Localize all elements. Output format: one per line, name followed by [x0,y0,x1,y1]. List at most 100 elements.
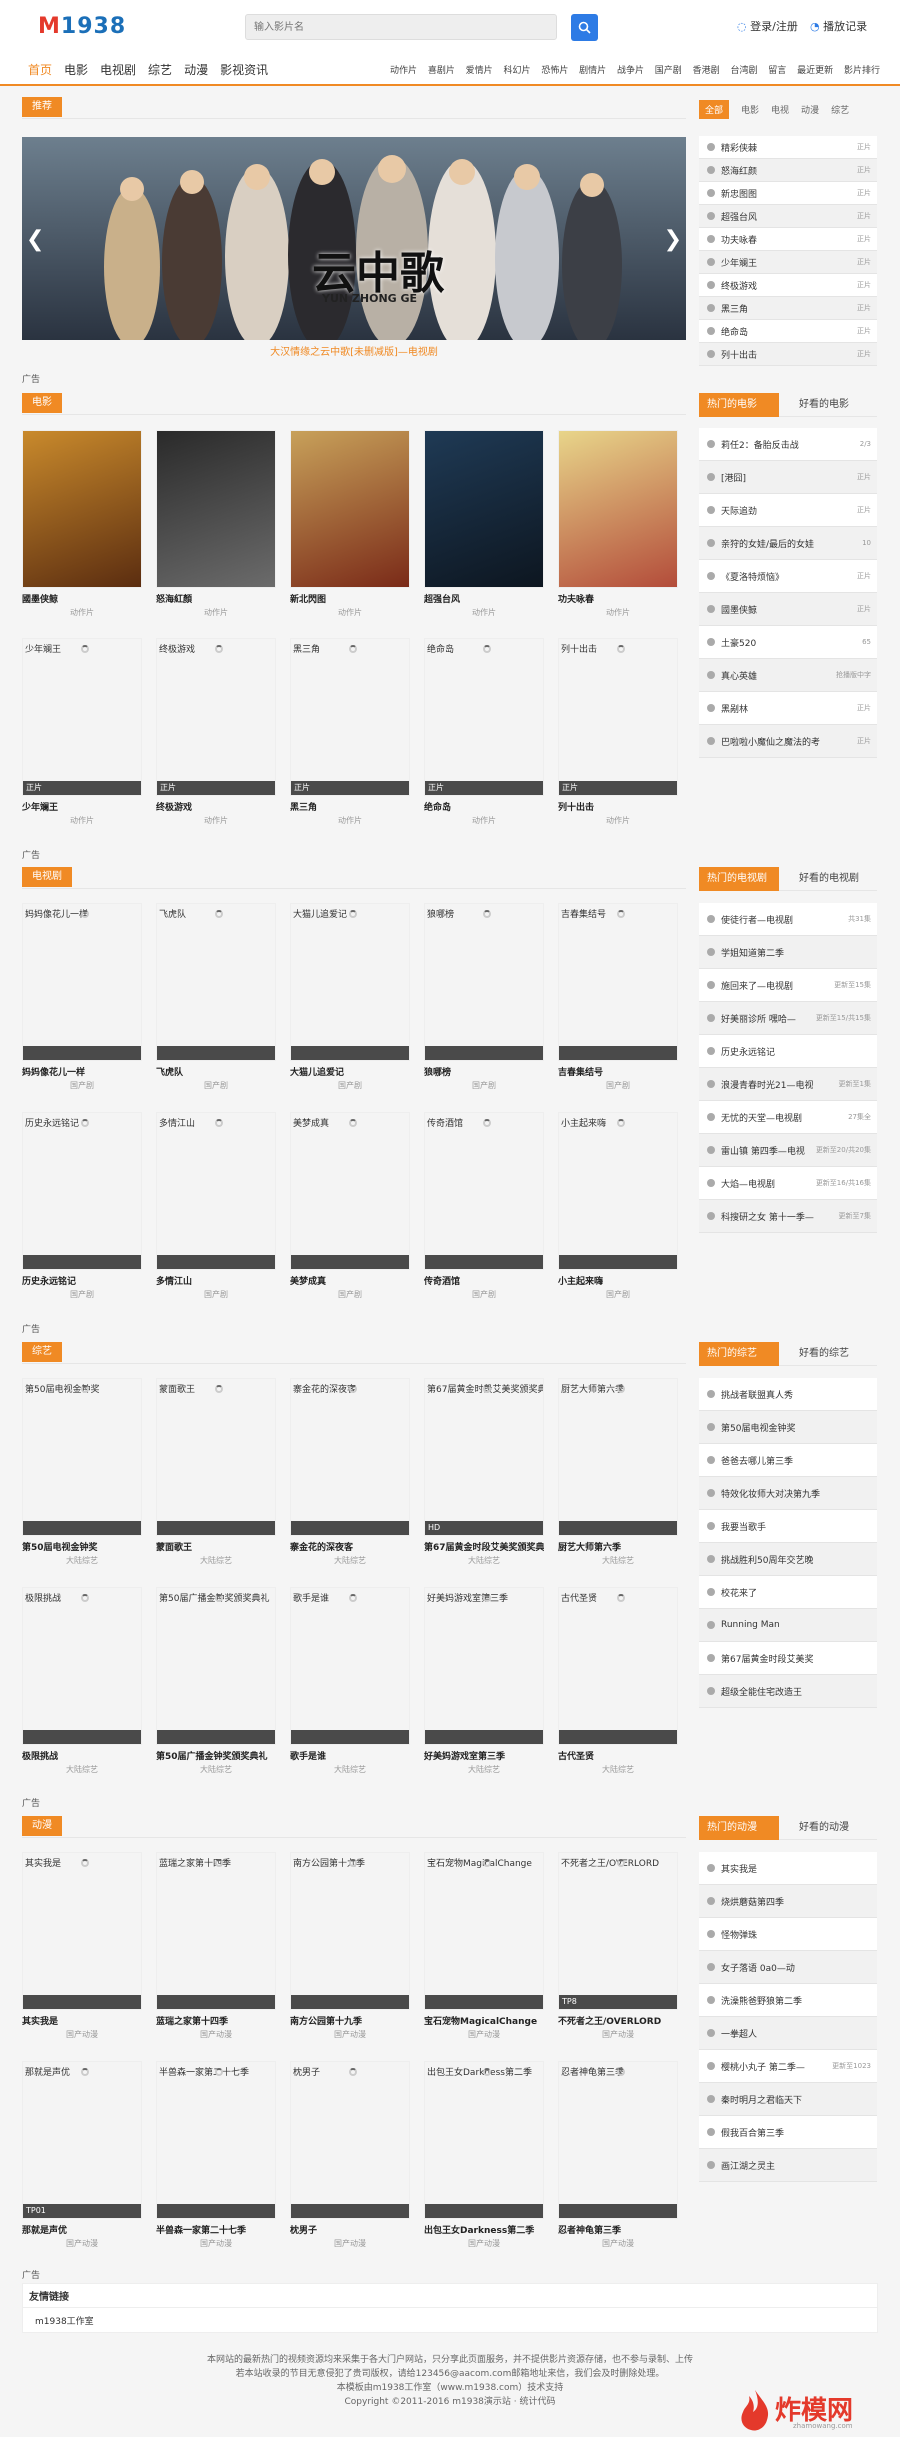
recommend-tab[interactable]: 电影 [741,103,759,116]
category-link[interactable]: 喜剧片 [428,63,455,76]
video-card[interactable]: 蒙面歌王 蒙面歌王 大陆综艺 [156,1378,276,1566]
video-thumbnail[interactable]: 飞虎队 [156,903,276,1061]
tab-good-movies[interactable]: 好看的电影 [799,393,849,417]
video-title[interactable]: 不死者之王/OVERLORD [558,2014,678,2027]
video-thumbnail[interactable]: 蒙面歌王 [156,1378,276,1536]
tab-good-anime[interactable]: 好看的动漫 [799,1816,849,1840]
side-list-item[interactable]: 挑战者联盟真人秀 [699,1378,877,1411]
category-link[interactable]: 留言 [768,63,786,76]
side-list-item[interactable]: 真心英雄 抢播版中字 [699,659,877,692]
video-thumbnail[interactable]: 第67届黄金时段艾美奖颁奖典礼 HD [424,1378,544,1536]
recommend-tab[interactable]: 全部 [699,99,730,119]
video-card[interactable]: 终极游戏 正片 终极游戏 动作片 [156,638,276,826]
video-thumbnail[interactable]: 好美妈游戏室第三季 [424,1587,544,1745]
video-thumbnail[interactable]: 黑三角 正片 [290,638,410,796]
side-list-item[interactable]: 烧烘蘑菇第四季 [699,1885,877,1918]
video-title[interactable]: 列十出击 [558,800,678,813]
banner-caption[interactable]: 大汉情缘之云中歌[未删减版]—电视剧 [22,343,686,358]
video-poster[interactable] [558,430,678,588]
category-link[interactable]: 恐怖片 [541,63,568,76]
video-card[interactable]: 宝石宠物MagicalChange 宝石宠物MagicalChange 国产动漫 [424,1852,544,2040]
video-title[interactable]: 忍者神龟第三季 [558,2223,678,2236]
video-thumbnail[interactable]: 历史永远铭记 [22,1112,142,1270]
video-title[interactable]: 那就是声优 [22,2223,142,2236]
video-thumbnail[interactable]: 古代圣贤 [558,1587,678,1745]
video-title[interactable]: 绝命岛 [424,800,544,813]
side-list-item[interactable]: 使徒行者—电视剧 共31集 [699,903,877,936]
category-link[interactable]: 最近更新 [797,63,833,76]
side-list-item[interactable]: 历史永远铭记 [699,1035,877,1068]
video-thumbnail[interactable]: 美梦成真 [290,1112,410,1270]
side-list-item[interactable]: 浪漫青春时光21—电视 更新至1集 [699,1068,877,1101]
video-card[interactable]: 國墨侠鲸 动作片 [22,430,142,618]
side-list-item[interactable]: 國墨侠鲸 正片 [699,593,877,626]
video-thumbnail[interactable]: 小主起来嗨 [558,1112,678,1270]
nav-item[interactable]: 电影 [64,63,88,77]
search-input[interactable] [246,15,526,39]
category-link[interactable]: 台湾剧 [730,63,757,76]
site-logo[interactable]: M1938 [38,14,126,39]
category-link[interactable]: 剧情片 [579,63,606,76]
video-thumbnail[interactable]: 大猫儿追爱记 [290,903,410,1061]
video-card[interactable]: 狼哪榜 狼哪榜 国产剧 [424,903,544,1091]
video-title[interactable]: 狼哪榜 [424,1065,544,1078]
side-list-item[interactable]: 少年斓王 正片 [699,251,877,274]
video-title[interactable]: 蓝瑞之家第十四季 [156,2014,276,2027]
video-title[interactable]: 美梦成真 [290,1274,410,1287]
video-title[interactable]: 歌手是谁 [290,1749,410,1762]
category-link[interactable]: 影片排行 [844,63,880,76]
video-title[interactable]: 厨艺大师第六季 [558,1540,678,1553]
video-thumbnail[interactable]: 妈妈像花儿一样 [22,903,142,1061]
video-thumbnail[interactable]: 出包王女Darkness第二季 [424,2061,544,2219]
video-title[interactable]: 极限挑战 [22,1749,142,1762]
video-thumbnail[interactable]: 多情江山 [156,1112,276,1270]
side-list-item[interactable]: 第67届黄金时段艾美奖 [699,1642,877,1675]
side-list-item[interactable]: 其实我是 [699,1852,877,1885]
search-button[interactable] [571,14,598,41]
nav-item[interactable]: 动漫 [184,63,208,77]
side-list-item[interactable]: 第50届电视金钟奖 [699,1411,877,1444]
video-card[interactable]: 吉春集结号 吉春集结号 国产剧 [558,903,678,1091]
side-list-item[interactable]: 精彩侠棘 正片 [699,136,877,159]
video-title[interactable]: 历史永远铭记 [22,1274,142,1287]
video-title[interactable]: 飞虎队 [156,1065,276,1078]
tab-good-tv[interactable]: 好看的电视剧 [799,867,859,891]
video-card[interactable]: 黑三角 正片 黑三角 动作片 [290,638,410,826]
video-title[interactable]: 第50届广播金钟奖颁奖典礼 [156,1749,276,1762]
side-list-item[interactable]: 爸爸去哪儿第三季 [699,1444,877,1477]
side-list-item[interactable]: 怒海红颜 正片 [699,159,877,182]
video-card[interactable]: 寨金花的深夜客 寨金花的深夜客 大陆综艺 [290,1378,410,1566]
video-title[interactable]: 出包王女Darkness第二季 [424,2223,544,2236]
video-thumbnail[interactable]: 寨金花的深夜客 [290,1378,410,1536]
video-title[interactable]: 少年斓王 [22,800,142,813]
category-link[interactable]: 战争片 [617,63,644,76]
video-title[interactable]: 其实我是 [22,2014,142,2027]
video-title[interactable]: 妈妈像花儿一样 [22,1065,142,1078]
video-title[interactable]: 古代圣贤 [558,1749,678,1762]
side-list-item[interactable]: 特效化妆师大对决第九季 [699,1477,877,1510]
video-thumbnail[interactable]: 南方公园第十九季 [290,1852,410,2010]
side-list-item[interactable]: 女子落语 0a0—动 [699,1951,877,1984]
video-thumbnail[interactable]: 宝石宠物MagicalChange [424,1852,544,2010]
recommend-tab[interactable]: 综艺 [831,103,849,116]
video-thumbnail[interactable]: 绝命岛 正片 [424,638,544,796]
nav-item[interactable]: 综艺 [148,63,172,77]
side-list-item[interactable]: 无忧的天堂—电视剧 27集全 [699,1101,877,1134]
video-thumbnail[interactable]: 蓝瑞之家第十四季 [156,1852,276,2010]
video-thumbnail[interactable]: 极限挑战 [22,1587,142,1745]
video-thumbnail[interactable]: 半兽森一家第二十七季 [156,2061,276,2219]
video-title[interactable]: 怒海紅顏 [156,592,276,605]
video-title[interactable]: 枕男子 [290,2223,410,2236]
side-list-item[interactable]: 学姐知道第二季 [699,936,877,969]
video-title[interactable]: 宝石宠物MagicalChange [424,2014,544,2027]
history-link[interactable]: ◔ 播放记录 [810,18,867,34]
tab-hot-anime[interactable]: 热门的动漫 [699,1816,779,1840]
recommend-tab[interactable]: 动漫 [801,103,819,116]
video-card[interactable]: 新北閃图 动作片 [290,430,410,618]
side-list-item[interactable]: 雷山镇 第四季—电视 更新至20/共20集 [699,1134,877,1167]
side-list-item[interactable]: 一拳超人 [699,2017,877,2050]
video-title[interactable]: 寨金花的深夜客 [290,1540,410,1553]
video-card[interactable]: 古代圣贤 古代圣贤 大陆综艺 [558,1587,678,1775]
video-card[interactable]: 飞虎队 飞虎队 国产剧 [156,903,276,1091]
side-list-item[interactable]: [港囧] 正片 [699,461,877,494]
